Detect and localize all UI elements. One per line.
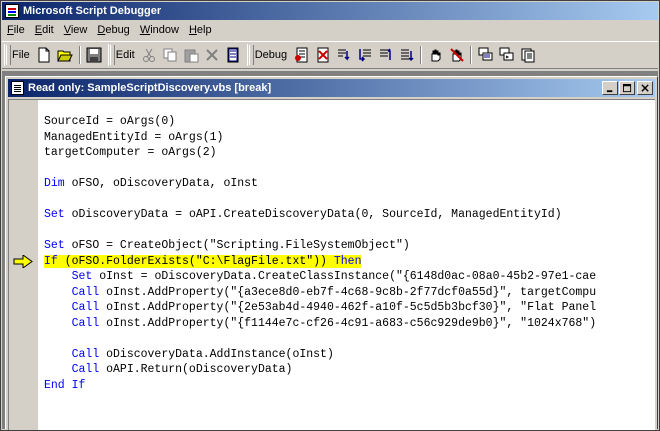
save-icon[interactable] [85,46,104,65]
file-toolbar: File [4,44,105,66]
code-line[interactable] [44,223,596,239]
maximize-button[interactable] [619,81,635,95]
code-line[interactable]: Call oAPI.Return(oDiscoveryData) [44,362,596,378]
file-toolbar-label: File [12,49,30,61]
toolbar-separator [78,46,81,64]
new-file-icon[interactable] [35,46,54,65]
code-line[interactable]: Set oInst = oDiscoveryData.CreateClassIn… [44,269,597,285]
edit-toolbar-label: Edit [115,49,135,61]
document-title-bar[interactable]: Read only: SampleScriptDiscovery.vbs [br… [8,79,655,97]
code-line[interactable]: Dim oFSO, oDiscoveryData, oInst [44,176,596,192]
minimize-icon [606,89,612,92]
edit-toolbar: Edit [107,44,244,66]
code-line[interactable]: Call oInst.AddProperty("{2e53ab4d-4940-4… [44,300,597,316]
code-editor[interactable]: SourceId = oArgs(0) ManagedEntityId = oAr… [8,99,655,430]
clear-breakpoints-icon[interactable] [313,46,332,65]
code-line[interactable]: End If [44,378,596,394]
code-line[interactable] [44,192,596,208]
code-line[interactable] [44,331,596,347]
code-line[interactable]: SourceId = oArgs(0) [44,114,596,130]
close-button[interactable] [637,81,653,95]
code-line[interactable]: ManagedEntityId = oArgs(1) [44,130,596,146]
toolbar-separator [420,46,423,64]
menu-bar: File Edit View Debug Window Help [2,21,658,39]
delete-icon[interactable] [203,46,222,65]
document-icon [11,81,24,95]
run-icon[interactable] [397,46,416,65]
stop-icon[interactable] [447,46,466,65]
debug-toolbar-label: Debug [254,49,288,61]
document-title: Read only: SampleScriptDiscovery.vbs [br… [28,82,272,94]
menu-item[interactable]: Window [135,24,184,36]
code-line[interactable]: targetComputer = oArgs(2) [44,145,596,161]
close-icon [640,83,649,92]
debug-toolbar: Debug [246,44,538,66]
code-line[interactable] [44,161,596,177]
toggle-breakpoint-icon[interactable] [292,46,311,65]
script-debugger-window: Microsoft Script Debugger File Edit View De… [0,0,660,431]
command-window-icon[interactable] [497,46,516,65]
code-line[interactable]: Call oInst.AddProperty("{f1144e7c-cf26-4… [44,316,597,332]
step-over-icon[interactable] [355,46,374,65]
minimize-button[interactable] [602,81,618,95]
find-icon[interactable] [224,46,243,65]
toolbar-separator [470,46,473,64]
code-line[interactable]: Set oDiscoveryData = oAPI.CreateDiscover… [44,207,596,223]
window-controls [601,81,653,95]
step-into-icon[interactable] [334,46,353,65]
maximize-icon [622,83,631,92]
code-line[interactable]: Call oInst.AddProperty("{a3ece8d0-eb7f-4… [44,285,597,301]
menu-item[interactable]: Help [184,24,217,36]
current-line[interactable]: If (oFSO.FolderExists("C:\FlagFile.txt")… [13,254,596,270]
menu-item[interactable]: File [2,24,30,36]
menu-item[interactable]: View [59,24,93,36]
current-statement-arrow-icon [13,254,33,268]
cut-icon[interactable] [140,46,159,65]
code-line[interactable]: Call oDiscoveryData.AddInstance(oInst) [44,347,596,363]
mdi-workspace: Read only: SampleScriptDiscovery.vbs [br… [2,71,658,430]
toolbar: File Edit Debug [2,41,658,69]
menu-item[interactable]: Edit [30,24,59,36]
running-documents-icon[interactable] [518,46,537,65]
open-folder-icon[interactable] [56,46,75,65]
menu-item[interactable]: Debug [92,24,134,36]
app-title-bar[interactable]: Microsoft Script Debugger [2,2,658,20]
code-line[interactable]: Set oFSO = CreateObject("Scripting.FileS… [44,238,596,254]
copy-icon[interactable] [161,46,180,65]
step-out-icon[interactable] [376,46,395,65]
break-icon[interactable] [426,46,445,65]
app-title: Microsoft Script Debugger [23,5,162,17]
app-icon [5,4,19,18]
code-area[interactable]: SourceId = oArgs(0) ManagedEntityId = oAr… [13,114,597,394]
paste-icon[interactable] [182,46,201,65]
call-stack-icon[interactable] [476,46,495,65]
document-window: Read only: SampleScriptDiscovery.vbs [br… [5,76,658,430]
